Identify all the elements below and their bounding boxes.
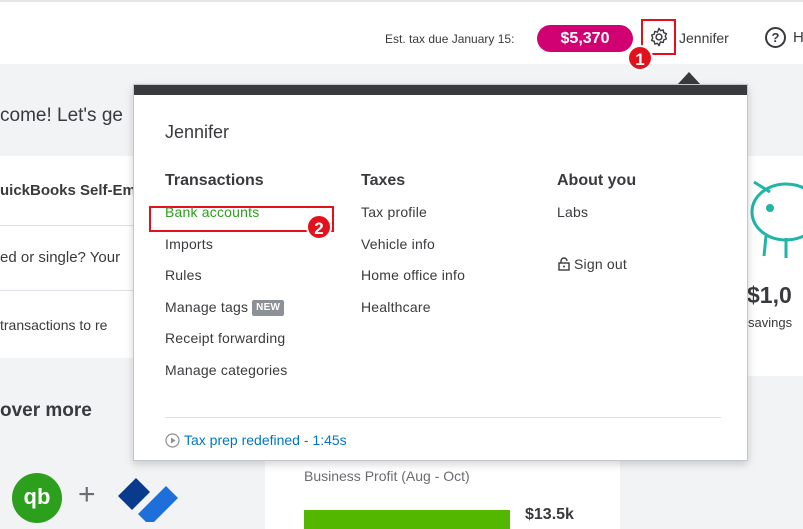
tax-prep-link-label: Tax prep redefined - 1:45s (184, 432, 347, 448)
tax-prep-video-link[interactable]: Tax prep redefined - 1:45s (165, 432, 347, 448)
menu-item-home-office-info[interactable]: Home office info (361, 265, 465, 297)
left-card-divider (0, 225, 134, 226)
left-card-divider (0, 290, 134, 291)
top-border (0, 0, 803, 2)
left-card-row-title[interactable]: uickBooks Self-Em (0, 182, 136, 199)
settings-dropdown: Jennifer Transactions Bank accounts Impo… (133, 84, 748, 461)
help-icon[interactable]: ? (765, 27, 786, 48)
welcome-heading: come! Let's ge (0, 105, 123, 126)
left-card-row[interactable]: ed or single? Your (0, 249, 120, 266)
step-badge-2: 2 (306, 214, 332, 240)
partner-logo (118, 478, 178, 522)
menu-item-manage-tags-label: Manage tags (165, 298, 249, 315)
menu-item-receipt-forwarding[interactable]: Receipt forwarding (165, 328, 287, 360)
menu-item-healthcare[interactable]: Healthcare (361, 297, 465, 329)
transactions-heading: Transactions (165, 172, 264, 189)
about-you-column: About you Labs Sign out (557, 172, 636, 285)
plus-sign: + (78, 478, 96, 511)
profit-amount: $13.5k (525, 506, 574, 523)
menu-item-tax-profile[interactable]: Tax profile (361, 202, 465, 234)
menu-item-vehicle-info[interactable]: Vehicle info (361, 234, 465, 266)
discover-heading: over more (0, 400, 92, 421)
dropdown-top-bar (134, 85, 747, 95)
about-you-heading: About you (557, 172, 637, 189)
gear-icon[interactable] (648, 26, 670, 48)
menu-item-manage-tags[interactable]: Manage tags NEW (165, 297, 287, 329)
profit-title: Business Profit (Aug - Oct) (304, 468, 470, 484)
lock-icon (558, 256, 570, 271)
piggy-bank-icon (750, 180, 803, 258)
menu-item-rules[interactable]: Rules (165, 265, 287, 297)
menu-item-labs[interactable]: Labs (557, 202, 636, 234)
profit-bar (304, 510, 510, 529)
est-tax-label: Est. tax due January 15: (385, 32, 515, 46)
dropdown-divider (165, 417, 721, 418)
sign-out-label: Sign out (574, 255, 627, 272)
play-icon (165, 433, 180, 448)
est-tax-amount-button[interactable]: $5,370 (537, 25, 633, 52)
new-badge: NEW (252, 299, 285, 316)
step-badge-1: 1 (627, 45, 653, 71)
savings-label: savings (748, 315, 793, 330)
transactions-column: Transactions Bank accounts Imports Rules… (165, 172, 287, 391)
savings-amount: $1,0 (747, 282, 792, 308)
left-card-row[interactable]: transactions to re (0, 317, 107, 333)
menu-item-bank-accounts[interactable]: Bank accounts (165, 202, 287, 234)
taxes-column: Taxes Tax profile Vehicle info Home offi… (361, 172, 465, 328)
menu-item-imports[interactable]: Imports (165, 234, 287, 266)
menu-item-sign-out[interactable]: Sign out (557, 254, 636, 286)
dropdown-user-name: Jennifer (165, 122, 230, 142)
help-label[interactable]: H (793, 29, 803, 46)
quickbooks-logo: qb (12, 473, 62, 523)
taxes-heading: Taxes (361, 172, 406, 189)
menu-item-manage-categories[interactable]: Manage categories (165, 360, 287, 392)
user-name-link[interactable]: Jennifer (679, 30, 729, 46)
